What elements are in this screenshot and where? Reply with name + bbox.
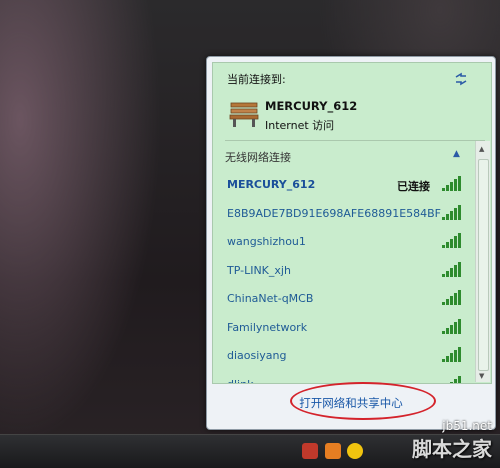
signal-strength-icon <box>442 176 461 191</box>
connection-status: 已连接 <box>397 180 430 193</box>
network-row[interactable]: E8B9ADE7BD91E698AFE68891E584BF <box>227 202 463 231</box>
signal-strength-icon <box>442 261 461 277</box>
watermark-name: 脚本之家 <box>412 437 492 461</box>
network-row[interactable]: Familynetwork <box>227 316 463 345</box>
open-network-sharing-center-link[interactable]: 打开网络和共享中心 <box>212 395 490 411</box>
network-name: E8B9ADE7BD91E698AFE68891E584BF <box>227 206 442 220</box>
tray-app-icon[interactable] <box>302 443 318 459</box>
watermark: jb51.net 脚本之家 <box>412 419 492 462</box>
network-row[interactable]: wangshizhou1 <box>227 230 463 259</box>
network-list-area: 当前连接到: MERCURY_612 Internet 访问 无线网络连接 ▲ … <box>212 62 492 384</box>
scroll-thumb[interactable] <box>478 159 489 371</box>
watermark-site: jb51.net <box>442 419 492 433</box>
network-row[interactable]: MERCURY_612 已连接 <box>227 173 463 202</box>
wireless-section-label: 无线网络连接 <box>225 151 291 164</box>
signal-strength-icon <box>442 347 461 362</box>
signal-strength-icon <box>442 318 461 334</box>
collapse-chevron-icon[interactable]: ▲ <box>453 149 460 159</box>
network-name: ChinaNet-qMCB <box>227 292 314 305</box>
signal-strength-icon <box>442 290 461 305</box>
network-name: Familynetwork <box>227 320 308 334</box>
network-flyout: 当前连接到: MERCURY_612 Internet 访问 无线网络连接 ▲ … <box>206 56 496 430</box>
signal-strength-icon <box>442 204 461 220</box>
bench-icon <box>229 102 259 127</box>
scrollbar[interactable]: ▲ ▼ <box>475 141 490 382</box>
flyout-footer: 打开网络和共享中心 <box>212 382 490 424</box>
taskbar: jb51.net 脚本之家 <box>0 419 500 468</box>
internet-access-status: Internet 访问 <box>265 119 335 132</box>
network-name: diaosiyang <box>227 349 287 362</box>
network-name: TP-LINK_xjh <box>227 263 291 277</box>
divider <box>225 140 485 141</box>
network-row[interactable]: diaosiyang <box>227 344 463 373</box>
network-name: wangshizhou1 <box>227 235 306 248</box>
tray-browser-icon[interactable] <box>347 443 363 459</box>
refresh-icon[interactable] <box>453 71 469 87</box>
tray-qq-icon[interactable] <box>325 443 341 459</box>
current-network-name: MERCURY_612 <box>265 99 358 113</box>
network-name: MERCURY_612 <box>227 178 316 191</box>
wireless-network-list: MERCURY_612 已连接 E8B9ADE7BD91E698AFE68891E5… <box>227 173 463 383</box>
network-row[interactable]: TP-LINK_xjh <box>227 259 463 288</box>
scroll-up-icon[interactable]: ▲ <box>479 145 484 153</box>
scroll-down-icon[interactable]: ▼ <box>479 372 484 380</box>
network-row[interactable]: ChinaNet-qMCB <box>227 287 463 316</box>
current-connection-title: 当前连接到: <box>227 73 286 86</box>
signal-strength-icon <box>450 375 461 383</box>
signal-strength-icon <box>442 233 461 248</box>
